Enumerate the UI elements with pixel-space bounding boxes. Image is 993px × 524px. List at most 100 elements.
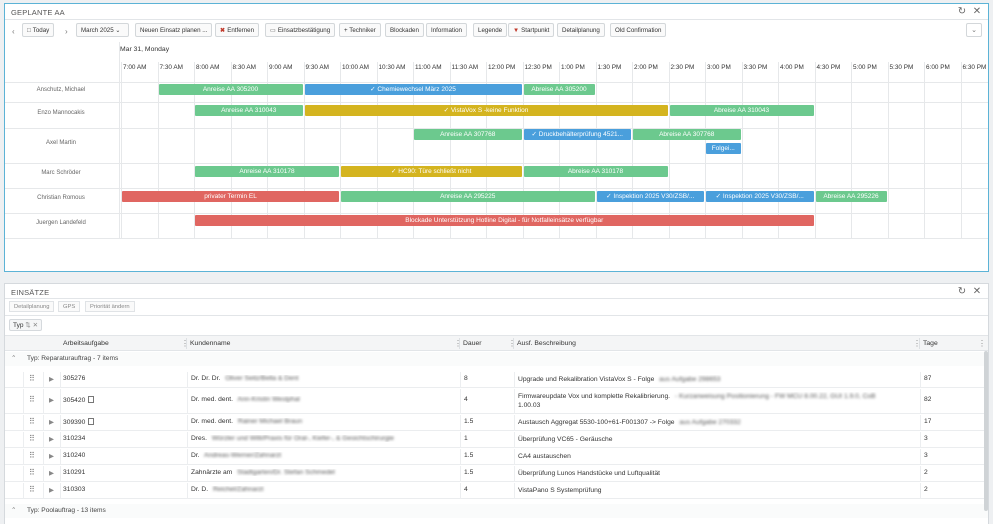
column-separator bbox=[514, 372, 515, 388]
drag-handle-icon[interactable]: ⠿ bbox=[29, 451, 35, 460]
column-menu-icon[interactable]: ⋮ bbox=[181, 336, 189, 351]
event-block[interactable]: Anreise AA 307768 bbox=[414, 129, 522, 140]
event-block[interactable]: Anreise AA 295225 bbox=[341, 191, 595, 202]
column-separator bbox=[460, 483, 461, 499]
table-row[interactable]: ⠿ ▶ 310291 Zahnärzte am Stadtgarten/Dr. Ste… bbox=[5, 466, 988, 482]
remove-button[interactable]: ✖ Entfernen bbox=[215, 23, 260, 37]
document-icon[interactable] bbox=[88, 396, 95, 403]
scrollbar[interactable] bbox=[984, 351, 988, 511]
document-icon[interactable] bbox=[88, 418, 95, 425]
col-dauer[interactable]: Dauer bbox=[463, 336, 482, 352]
column-separator[interactable] bbox=[459, 338, 460, 349]
legend-button[interactable]: Legende bbox=[473, 23, 508, 37]
play-icon[interactable]: ▶ bbox=[49, 486, 54, 494]
priority-button[interactable]: Priorität ändern bbox=[85, 301, 135, 312]
gps-button[interactable]: GPS bbox=[58, 301, 81, 312]
col-arbeitsaufgabe[interactable]: Arbeitsaufgabe bbox=[63, 336, 109, 352]
drag-handle-icon[interactable]: ⠿ bbox=[29, 485, 35, 494]
drag-handle-icon[interactable]: ⠿ bbox=[29, 395, 35, 404]
column-separator bbox=[43, 449, 44, 465]
month-select[interactable]: March 2025 ⌄ bbox=[76, 23, 129, 37]
event-block[interactable]: ✓ Druckbehälterprüfung 4521... bbox=[523, 129, 631, 140]
event-block[interactable]: Abreise AA 305200 bbox=[523, 84, 595, 95]
add-technician-button[interactable]: + Techniker bbox=[339, 23, 381, 37]
confirmation-button[interactable]: ▭ Einsatzbestätigung bbox=[265, 23, 336, 37]
event-block[interactable]: Anreise AA 305200 bbox=[158, 84, 303, 95]
drag-handle-icon[interactable]: ⠿ bbox=[29, 468, 35, 477]
event-block[interactable]: Anreise AA 310178 bbox=[195, 166, 339, 177]
next-icon[interactable]: › bbox=[65, 27, 68, 36]
column-menu-icon[interactable]: ⋮ bbox=[978, 336, 986, 351]
event-block[interactable]: ✓ VistaVox S -keine Funktion bbox=[304, 105, 668, 116]
col-kundenname[interactable]: Kundenname bbox=[190, 336, 230, 352]
col-beschreibung[interactable]: Ausf. Beschreibung bbox=[517, 336, 576, 352]
prev-icon[interactable]: ‹ bbox=[12, 27, 15, 36]
play-icon[interactable]: ▶ bbox=[49, 375, 54, 383]
group-chip[interactable]: Typ ⇅ ✕ bbox=[9, 319, 43, 331]
description: Upgrade und Rekalibration VistaVox S - F… bbox=[518, 375, 914, 384]
table-row[interactable]: ⠿ ▶ 310234 Dres. Würzler und Willi/Praxis f… bbox=[5, 432, 988, 448]
event-block[interactable]: ✓ Inspektion 2025 V30/ZSB/... bbox=[706, 191, 814, 202]
column-separator bbox=[187, 449, 188, 465]
blockades-button[interactable]: Blockaden bbox=[385, 23, 424, 37]
task-id: 309390 bbox=[63, 418, 95, 426]
description-text: Upgrade und Rekalibration VistaVox S - F… bbox=[518, 376, 655, 383]
play-icon[interactable]: ▶ bbox=[49, 469, 54, 477]
event-block[interactable]: Abreise AA 307768 bbox=[633, 129, 741, 140]
remove-chip-icon[interactable]: ✕ bbox=[33, 322, 38, 329]
detailplanning-button[interactable]: Detailplanung bbox=[9, 301, 55, 312]
event-block[interactable]: Abreise AA 295226 bbox=[815, 191, 887, 202]
chevron-up-icon[interactable]: ⌃ bbox=[11, 504, 17, 518]
sort-icon[interactable]: ⇅ bbox=[25, 322, 30, 329]
column-separator[interactable] bbox=[919, 338, 920, 349]
event-block[interactable]: ✓ Chemiewechsel März 2025 bbox=[304, 84, 522, 95]
event-block[interactable]: Anreise AA 310043 bbox=[195, 105, 303, 116]
close-icon[interactable]: ✕ bbox=[971, 6, 983, 18]
col-tage[interactable]: Tage bbox=[923, 336, 938, 352]
table-row[interactable]: ⠿ ▶ 305420 Dr. med. dent. Ann-Kristin Westp… bbox=[5, 389, 988, 414]
refresh-icon[interactable]: ↻ bbox=[956, 6, 968, 18]
group-row[interactable]: ⌃ Typ: Reparaturauftrag - 7 items bbox=[5, 352, 988, 366]
old-confirmation-button[interactable]: Old Confirmation bbox=[610, 23, 667, 37]
column-separator bbox=[514, 415, 515, 431]
startpoint-button[interactable]: ▼ Startpunkt bbox=[508, 23, 555, 37]
drag-handle-icon[interactable]: ⠿ bbox=[29, 434, 35, 443]
options-dropdown[interactable]: ⌄ bbox=[966, 23, 982, 37]
play-icon[interactable]: ▶ bbox=[49, 396, 54, 404]
column-separator bbox=[23, 466, 24, 482]
group-row[interactable]: ⌃ Typ: Poolauftrag - 13 items bbox=[5, 504, 988, 518]
check-icon: ✓ bbox=[715, 193, 723, 200]
event-block[interactable]: ✓ HC90: Türe schließt nicht bbox=[341, 166, 522, 177]
detailplanning-button[interactable]: Detailplanung bbox=[557, 23, 605, 37]
chevron-up-icon[interactable]: ⌃ bbox=[11, 352, 17, 366]
event-block[interactable]: Abreise AA 310178 bbox=[523, 166, 668, 177]
event-block[interactable]: privater Termin EL bbox=[122, 191, 339, 202]
chevron-down-icon: ⌄ bbox=[971, 27, 977, 34]
column-menu-icon[interactable]: ⋮ bbox=[508, 336, 516, 351]
event-block[interactable]: Blockade Unterstützung Hotline Digital -… bbox=[195, 215, 814, 226]
table-row[interactable]: ⠿ ▶ 310303 Dr. D. Reichel/Zahnarzt 4 VistaPan… bbox=[5, 483, 988, 499]
column-menu-icon[interactable]: ⋮ bbox=[454, 336, 462, 351]
table-row[interactable]: ⠿ ▶ 309390 Dr. med. dent. Rainer Michael Br… bbox=[5, 415, 988, 431]
play-icon[interactable]: ▶ bbox=[49, 452, 54, 460]
task-id: 305276 bbox=[63, 375, 85, 382]
task-id-text: 310234 bbox=[63, 435, 86, 442]
column-separator bbox=[43, 389, 44, 414]
drag-handle-icon[interactable]: ⠿ bbox=[29, 374, 35, 383]
play-icon[interactable]: ▶ bbox=[49, 418, 54, 426]
event-block[interactable]: ✓ Inspektion 2025 V30/ZSB/... bbox=[596, 191, 704, 202]
month-label: March 2025 bbox=[81, 27, 114, 34]
close-icon[interactable]: ✕ bbox=[971, 286, 983, 298]
event-block[interactable]: Abreise AA 310043 bbox=[669, 105, 814, 116]
play-icon[interactable]: ▶ bbox=[49, 435, 54, 443]
column-separator[interactable] bbox=[186, 338, 187, 349]
today-button[interactable]: □ Today bbox=[22, 23, 55, 37]
table-row[interactable]: ⠿ ▶ 305276 Dr. Dr. Dr. Oliver Seitz/Bella &… bbox=[5, 372, 988, 388]
information-button[interactable]: Information bbox=[426, 23, 467, 37]
new-mission-button[interactable]: Neuen Einsatz planen ... bbox=[135, 23, 213, 37]
drag-handle-icon[interactable]: ⠿ bbox=[29, 417, 35, 426]
event-block[interactable]: Folgei... bbox=[706, 143, 741, 154]
refresh-icon[interactable]: ↻ bbox=[956, 286, 968, 298]
column-separator[interactable] bbox=[513, 338, 514, 349]
table-row[interactable]: ⠿ ▶ 310240 Dr. Andreas-Werner/Zahnarzt 1.5 CA… bbox=[5, 449, 988, 465]
